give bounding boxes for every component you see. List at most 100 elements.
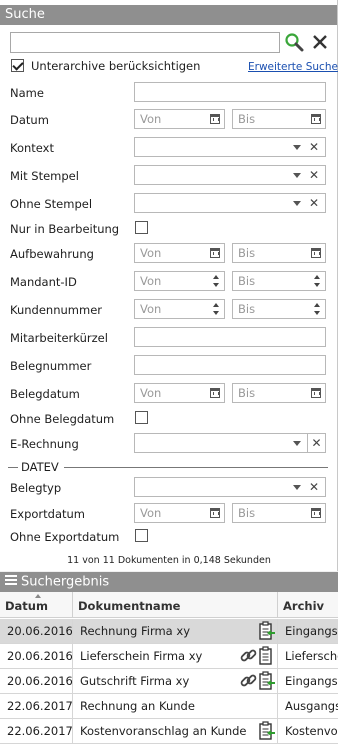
ohne-belegdatum-label: Ohne Belegdatum: [10, 412, 115, 426]
menu-icon[interactable]: [5, 572, 17, 592]
aufbewahrung-from-field[interactable]: Von: [134, 243, 225, 263]
calendar-icon[interactable]: [311, 114, 321, 124]
cell-archiv: Eingangsrechnungen: [285, 624, 338, 638]
cell-archiv: Lieferscheine: [285, 649, 338, 663]
table-row[interactable]: 20.06.2016 Rechnung Firma xy Eingangsrechn…: [0, 619, 338, 644]
kundennummer-to-field[interactable]: Bis: [232, 299, 326, 319]
document-icon[interactable]: [258, 646, 276, 666]
column-header-archiv[interactable]: Archiv: [278, 592, 338, 618]
table-row[interactable]: 22.06.2017 Kostenvoranschlag an Kunde Kost…: [0, 719, 338, 744]
search-panel: Suche Unterarchive berücksichtigen Erwei…: [0, 0, 338, 571]
cell-datum: 20.06.2016: [0, 619, 73, 644]
datum-from-placeholder: Von: [140, 112, 162, 126]
name-field[interactable]: [134, 82, 326, 102]
search-icon: [285, 33, 304, 52]
calendar-icon[interactable]: [311, 248, 321, 258]
ohne-belegdatum-checkbox[interactable]: [135, 411, 148, 424]
column-header-datum-label: Datum: [5, 599, 48, 613]
search-button[interactable]: [284, 32, 304, 52]
clear-icon[interactable]: ✕: [307, 138, 321, 156]
exportdatum-to-placeholder: Bis: [238, 506, 256, 520]
advanced-search-link[interactable]: Erweiterte Suche: [248, 61, 338, 73]
result-panel-header: Suchergebnis: [0, 572, 338, 592]
ohne-stempel-dropdown[interactable]: ✕: [134, 193, 326, 213]
mandant-id-to-field[interactable]: Bis: [232, 271, 326, 291]
cell-dokumentname: Rechnung Firma xy: [73, 619, 278, 644]
cell-dokumentname-text: Rechnung Firma xy: [80, 624, 190, 638]
cell-archiv: Ausgangsrechnungen: [285, 699, 338, 713]
chevron-down-icon[interactable]: [293, 173, 301, 178]
cell-dokumentname-text: Kostenvoranschlag an Kunde: [80, 724, 247, 738]
cell-datum: 22.06.2017: [0, 719, 73, 744]
spinner-icon[interactable]: [213, 274, 220, 288]
kundennummer-from-field[interactable]: Von: [134, 299, 225, 319]
link-icon[interactable]: [240, 646, 258, 666]
calendar-icon[interactable]: [210, 114, 220, 124]
table-row[interactable]: 22.06.2017 Rechnung an Kunde Ausgangsrechn…: [0, 694, 338, 719]
chevron-down-icon[interactable]: [293, 485, 301, 490]
belegdatum-from-placeholder: Von: [140, 386, 162, 400]
belegtyp-dropdown[interactable]: ✕: [134, 477, 326, 497]
calendar-icon[interactable]: [210, 508, 220, 518]
calendar-icon[interactable]: [210, 248, 220, 258]
document-export-icon[interactable]: [258, 671, 276, 691]
name-label: Name: [10, 86, 44, 100]
calendar-icon[interactable]: [311, 508, 321, 518]
belegdatum-to-placeholder: Bis: [238, 386, 256, 400]
clear-search-button[interactable]: [310, 32, 330, 52]
calendar-icon[interactable]: [210, 388, 220, 398]
clear-icon[interactable]: ✕: [307, 478, 321, 496]
exportdatum-label: Exportdatum: [10, 507, 85, 521]
chevron-down-icon[interactable]: [293, 441, 301, 446]
column-header-archiv-label: Archiv: [283, 599, 325, 613]
ohne-stempel-label: Ohne Stempel: [10, 197, 93, 211]
column-header-datum[interactable]: Datum: [0, 592, 73, 618]
belegnummer-field[interactable]: [134, 355, 326, 375]
clear-icon[interactable]: ✕: [307, 434, 325, 452]
belegdatum-from-field[interactable]: Von: [134, 383, 225, 403]
clear-icon[interactable]: ✕: [307, 166, 321, 184]
spinner-icon[interactable]: [314, 274, 321, 288]
clear-icon[interactable]: ✕: [307, 194, 321, 212]
subarchive-checkbox[interactable]: [11, 59, 24, 72]
link-icon[interactable]: [240, 671, 258, 691]
datev-divider-left: [8, 467, 18, 468]
exportdatum-to-field[interactable]: Bis: [232, 503, 326, 523]
search-panel-title: Suche: [5, 7, 45, 22]
subarchive-label: Unterarchive berücksichtigen: [31, 59, 201, 73]
mit-stempel-label: Mit Stempel: [10, 169, 79, 183]
nur-in-bearbeitung-checkbox[interactable]: [135, 221, 148, 234]
chevron-down-icon[interactable]: [293, 145, 301, 150]
search-panel-header: Suche: [0, 5, 337, 25]
table-row[interactable]: 20.06.2016 Gutschrift Firma xy Eingangsrec…: [0, 669, 338, 694]
mandant-id-from-field[interactable]: Von: [134, 271, 225, 291]
datum-to-field[interactable]: Bis: [232, 109, 326, 129]
spinner-icon[interactable]: [213, 302, 220, 316]
exportdatum-from-field[interactable]: Von: [134, 503, 225, 523]
column-header-dokumentname[interactable]: Dokumentname: [73, 592, 278, 618]
datum-from-field[interactable]: Von: [134, 109, 225, 129]
cell-archiv: Eingangsrechnungen: [285, 674, 338, 688]
ohne-exportdatum-checkbox[interactable]: [135, 529, 148, 542]
search-input[interactable]: [10, 32, 280, 53]
table-row[interactable]: 20.06.2016 Lieferschein Firma xy Liefersch…: [0, 644, 338, 669]
mit-stempel-dropdown[interactable]: ✕: [134, 165, 326, 185]
mandant-id-label: Mandant-ID: [10, 275, 77, 289]
datum-to-placeholder: Bis: [238, 112, 256, 126]
e-rechnung-dropdown[interactable]: ✕: [134, 433, 326, 453]
chevron-down-icon[interactable]: [293, 201, 301, 206]
aufbewahrung-to-field[interactable]: Bis: [232, 243, 326, 263]
aufbewahrung-from-placeholder: Von: [140, 246, 162, 260]
document-export-icon[interactable]: [258, 721, 276, 741]
calendar-icon[interactable]: [311, 388, 321, 398]
belegdatum-to-field[interactable]: Bis: [232, 383, 326, 403]
kontext-dropdown[interactable]: ✕: [134, 137, 326, 157]
cell-dokumentname-text: Lieferschein Firma xy: [80, 649, 203, 663]
mitarbeiterkuerzel-field[interactable]: [134, 327, 326, 347]
document-export-icon[interactable]: [258, 621, 276, 641]
ohne-exportdatum-label: Ohne Exportdatum: [10, 530, 120, 544]
spinner-icon[interactable]: [314, 302, 321, 316]
result-grid-header: Datum Dokumentname Archiv: [0, 592, 338, 618]
e-rechnung-label: E-Rechnung: [10, 437, 79, 451]
aufbewahrung-to-placeholder: Bis: [238, 246, 256, 260]
